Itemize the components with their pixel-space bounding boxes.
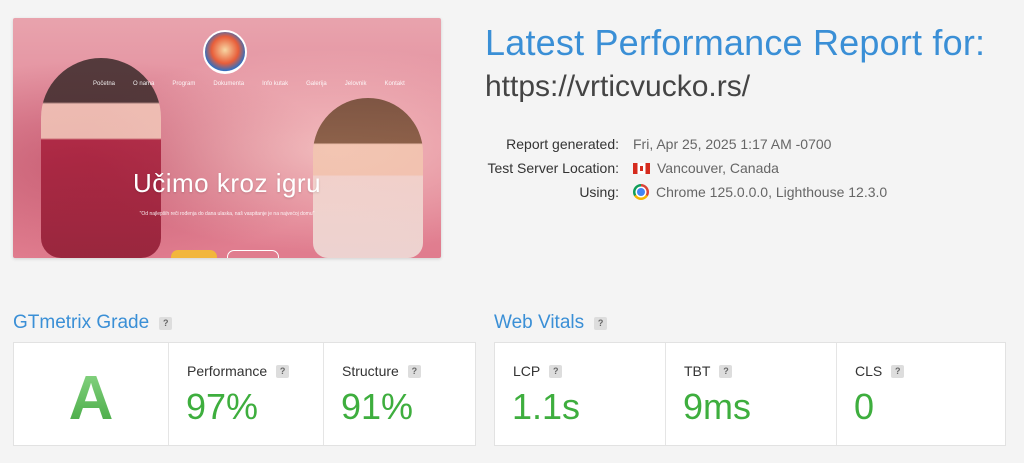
thumbnail-nav-item: Početna <box>93 81 116 87</box>
report-url[interactable]: https://vrticvucko.rs/ <box>485 70 750 104</box>
help-icon[interactable]: ? <box>891 364 905 378</box>
meta-label: Using: <box>579 184 619 200</box>
performance-cell: Performance ? 97% <box>169 343 324 445</box>
structure-cell: Structure ? 91% <box>324 343 475 445</box>
performance-label-wrap: Performance ? <box>187 363 290 379</box>
thumbnail-secondary-button <box>227 250 279 258</box>
performance-value: 97% <box>186 386 259 427</box>
meta-value-wrap: Chrome 125.0.0.0, Lighthouse 12.3.0 <box>633 184 887 200</box>
help-icon[interactable]: ? <box>549 364 563 378</box>
structure-value: 91% <box>341 386 414 427</box>
meta-label: Report generated: <box>506 136 619 152</box>
grade-cell: A <box>14 343 169 445</box>
report-meta: Report generated: Fri, Apr 25, 2025 1:17… <box>470 132 887 204</box>
grade-letter: A <box>14 363 168 434</box>
meta-row-location: Test Server Location: Vancouver, Canada <box>470 156 887 180</box>
tbt-cell: TBT ? 9ms <box>666 343 837 445</box>
help-icon[interactable]: ? <box>594 316 608 330</box>
structure-label: Structure <box>342 363 399 379</box>
thumbnail-child-left <box>41 58 161 258</box>
help-icon[interactable]: ? <box>276 364 290 378</box>
site-logo-icon <box>203 30 247 74</box>
performance-label: Performance <box>187 363 268 379</box>
thumbnail-nav-item: Program <box>172 81 196 87</box>
meta-value-wrap: Vancouver, Canada <box>633 160 779 176</box>
canada-flag-icon <box>633 162 650 174</box>
meta-value: Fri, Apr 25, 2025 1:17 AM -0700 <box>633 136 832 152</box>
section-title: GTmetrix Grade <box>13 312 150 333</box>
meta-label: Test Server Location: <box>487 160 619 176</box>
gtmetrix-grade-card: A Performance ? 97% Structure ? 91% <box>13 342 476 446</box>
thumbnail-nav-item: Kontakt <box>384 81 405 87</box>
thumbnail-nav-item: Info kutak <box>262 81 289 87</box>
cls-cell: CLS ? 0 <box>837 343 1005 445</box>
meta-row-using: Using: Chrome 125.0.0.0, Lighthouse 12.3… <box>470 180 887 204</box>
meta-value-wrap: Fri, Apr 25, 2025 1:17 AM -0700 <box>633 136 831 152</box>
thumbnail-headline: Učimo kroz igru <box>132 168 322 198</box>
lcp-value: 1.1s <box>512 386 581 427</box>
web-vitals-card: LCP ? 1.1s TBT ? 9ms CLS ? 0 <box>494 342 1006 446</box>
structure-label-wrap: Structure ? <box>342 363 421 379</box>
section-title: Web Vitals <box>494 312 585 333</box>
thumbnail-nav-item: O nama <box>133 81 155 87</box>
report-title: Latest Performance Report for: <box>485 22 986 63</box>
thumbnail-nav-item: Dokumenta <box>213 81 245 87</box>
tbt-label: TBT <box>684 363 711 379</box>
meta-value: Chrome 125.0.0.0, Lighthouse 12.3.0 <box>656 184 888 200</box>
tbt-value: 9ms <box>683 386 752 427</box>
cls-label-wrap: CLS ? <box>855 363 905 379</box>
cls-label: CLS <box>855 363 883 379</box>
chrome-icon <box>633 184 649 200</box>
help-icon[interactable]: ? <box>719 364 733 378</box>
lcp-label: LCP <box>513 363 541 379</box>
help-icon[interactable]: ? <box>159 316 173 330</box>
gtmetrix-grade-heading: GTmetrix Grade ? <box>13 312 173 334</box>
thumbnail-nav-item: Jelovnik <box>344 81 367 87</box>
help-icon[interactable]: ? <box>407 364 421 378</box>
cls-value: 0 <box>854 386 875 427</box>
tbt-label-wrap: TBT ? <box>684 363 733 379</box>
site-screenshot-thumbnail: Početna O nama Program Dokumenta Info ku… <box>13 18 441 258</box>
thumbnail-nav: Početna O nama Program Dokumenta Info ku… <box>93 81 405 87</box>
meta-row-generated: Report generated: Fri, Apr 25, 2025 1:17… <box>470 132 887 156</box>
thumbnail-subtext: "Od najlepših reči rođenja do dana ulask… <box>139 211 315 217</box>
meta-value: Vancouver, Canada <box>657 160 779 176</box>
thumbnail-nav-item: Galerija <box>306 81 327 87</box>
lcp-label-wrap: LCP ? <box>513 363 563 379</box>
lcp-cell: LCP ? 1.1s <box>495 343 666 445</box>
thumbnail-primary-button <box>171 250 217 258</box>
web-vitals-heading: Web Vitals ? <box>494 312 608 334</box>
